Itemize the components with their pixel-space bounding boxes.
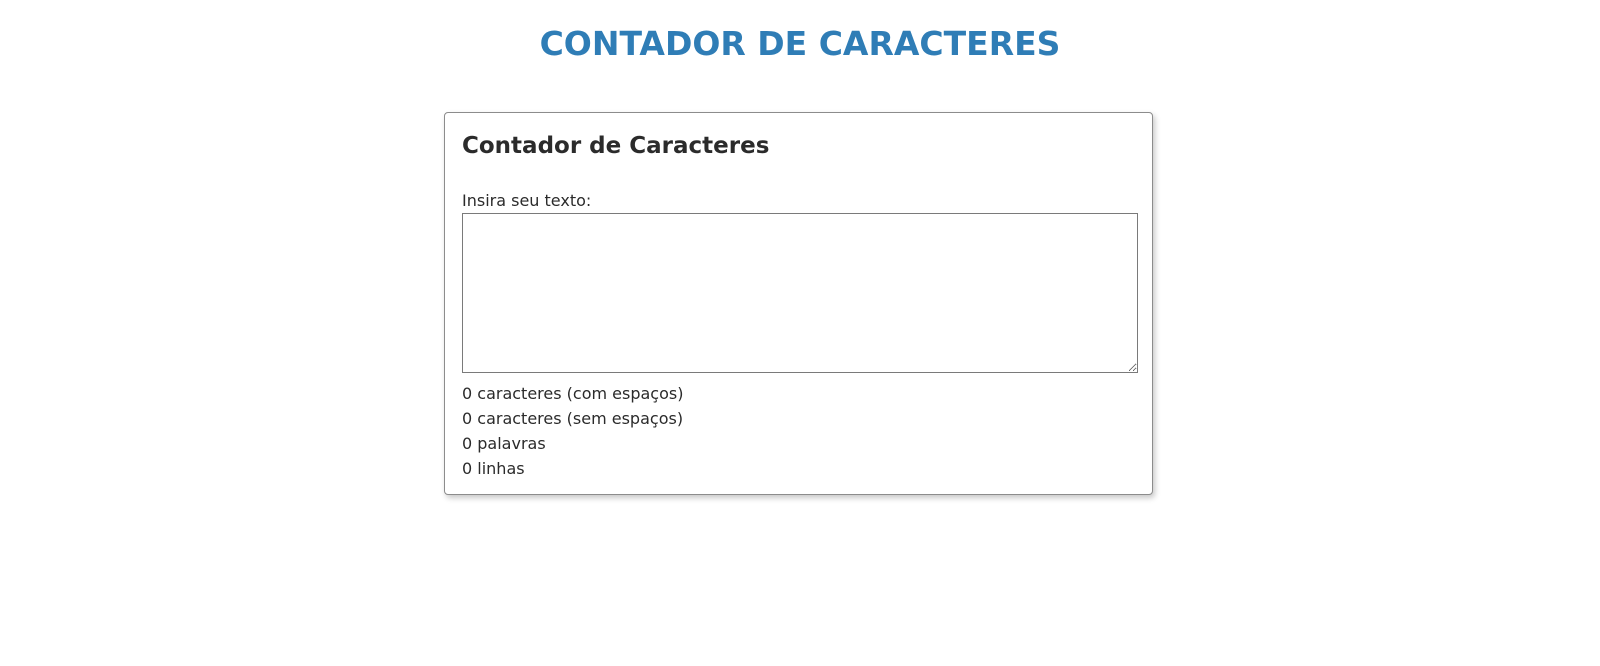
- card-title: Contador de Caracteres: [462, 133, 770, 159]
- text-input[interactable]: [462, 213, 1138, 373]
- stats-list: 0 caracteres (com espaços) 0 caracteres …: [462, 381, 683, 481]
- stat-chars-without-spaces: 0 caracteres (sem espaços): [462, 409, 684, 428]
- stat-line-count: 0 linhas: [462, 459, 525, 478]
- stat-chars-with-spaces: 0 caracteres (com espaços): [462, 384, 684, 403]
- page: CONTADOR DE CARACTERES Contador de Carac…: [0, 0, 1600, 666]
- counter-card: Contador de Caracteres Insira seu texto:…: [444, 112, 1153, 495]
- stat-word-count: 0 palavras: [462, 434, 546, 453]
- page-title: CONTADOR DE CARACTERES: [539, 24, 1061, 63]
- text-input-label: Insira seu texto:: [462, 191, 592, 210]
